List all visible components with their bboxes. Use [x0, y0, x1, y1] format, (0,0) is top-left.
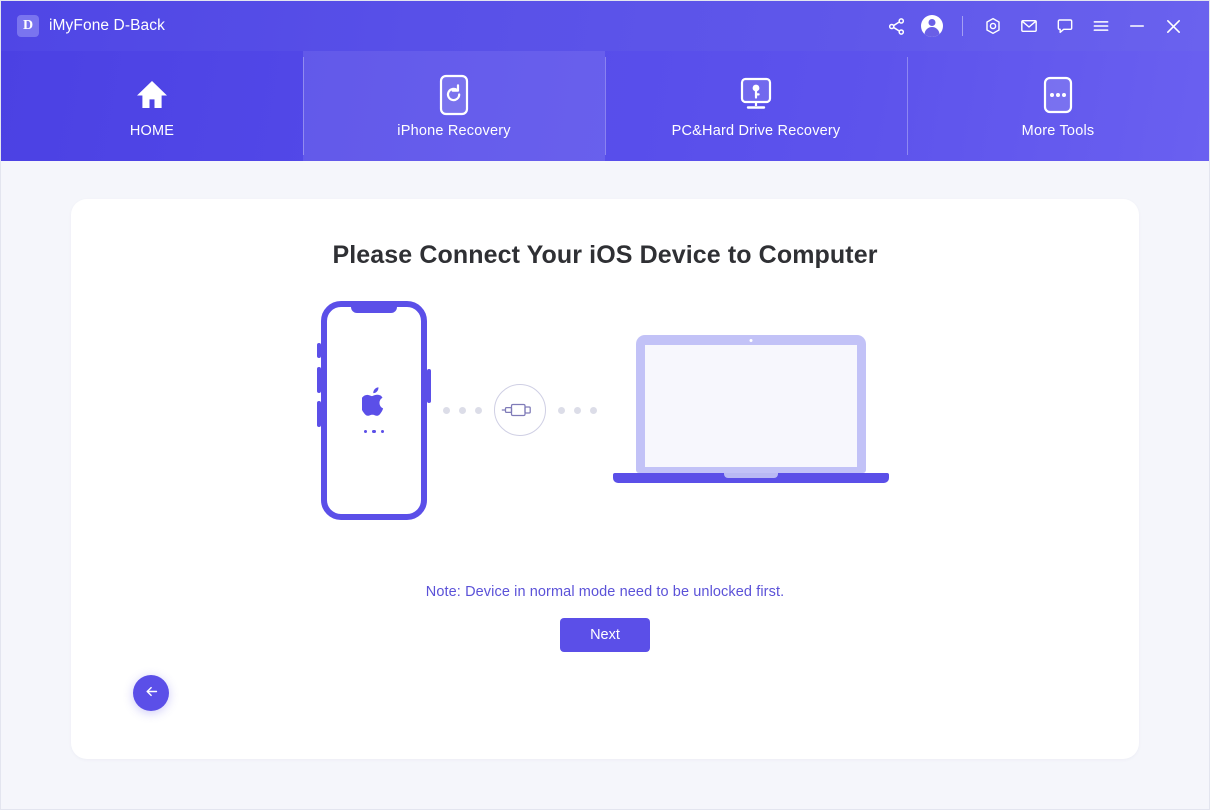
nav-label-iphone-recovery: iPhone Recovery [397, 123, 511, 139]
laptop-trackpad-notch [724, 473, 778, 478]
apple-logo-icon [360, 386, 386, 421]
minimize-icon[interactable] [1119, 9, 1155, 43]
phone-power-button [427, 368, 431, 403]
nav-tab-home[interactable]: HOME [1, 51, 303, 161]
more-dots-icon [1036, 73, 1080, 117]
page-title: Please Connect Your iOS Device to Comput… [332, 241, 878, 269]
next-button[interactable]: Next [560, 618, 650, 652]
settings-icon[interactable] [975, 9, 1011, 43]
laptop-illustration [613, 335, 889, 485]
app-window: D iMyFone D-Back HOME iPhone Recovery PC… [0, 0, 1210, 810]
laptop-base [613, 473, 889, 483]
nav-label-home: HOME [129, 123, 175, 139]
monitor-key-icon [734, 73, 778, 117]
account-avatar-icon[interactable] [914, 9, 950, 43]
connection-dots-right [558, 406, 597, 414]
close-icon[interactable] [1155, 9, 1191, 43]
usb-connection-indicator [443, 384, 597, 436]
phone-volume-down [317, 400, 321, 427]
share-icon[interactable] [878, 9, 914, 43]
back-button[interactable] [133, 675, 169, 711]
connection-illustration [317, 300, 889, 520]
content-stage: Please Connect Your iOS Device to Comput… [1, 161, 1209, 809]
title-bar: D iMyFone D-Back [1, 1, 1209, 51]
mail-icon[interactable] [1011, 9, 1047, 43]
app-logo: D [17, 15, 39, 37]
phone-screen [327, 307, 421, 514]
title-bar-divider [962, 16, 963, 36]
nav-tab-pc-hard-drive-recovery[interactable]: PC&Hard Drive Recovery [605, 51, 907, 161]
laptop-screen [645, 345, 857, 467]
nav-label-pc-hard-drive-recovery: PC&Hard Drive Recovery [671, 123, 841, 139]
main-navigation: HOME iPhone Recovery PC&Hard Drive Recov… [1, 51, 1209, 161]
app-title: iMyFone D-Back [49, 17, 165, 34]
title-bar-controls [878, 9, 1191, 43]
iphone-illustration [317, 300, 431, 520]
content-card: Please Connect Your iOS Device to Comput… [71, 199, 1139, 759]
usb-connector-icon [494, 384, 546, 436]
arrow-left-icon [143, 683, 160, 703]
laptop-camera [749, 339, 753, 342]
phone-loading-dots [363, 429, 385, 434]
nav-label-more-tools: More Tools [1021, 123, 1095, 139]
phone-refresh-icon [432, 73, 476, 117]
note-text: Note: Device in normal mode need to be u… [425, 584, 785, 600]
hamburger-menu-icon[interactable] [1083, 9, 1119, 43]
connection-dots-left [443, 406, 482, 414]
chat-icon[interactable] [1047, 9, 1083, 43]
phone-mute-switch [317, 342, 321, 358]
nav-tab-more-tools[interactable]: More Tools [907, 51, 1209, 161]
laptop-lid [636, 335, 866, 473]
nav-tab-iphone-recovery[interactable]: iPhone Recovery [303, 51, 605, 161]
phone-volume-up [317, 366, 321, 393]
brand: D iMyFone D-Back [17, 15, 165, 37]
home-icon [130, 73, 174, 117]
